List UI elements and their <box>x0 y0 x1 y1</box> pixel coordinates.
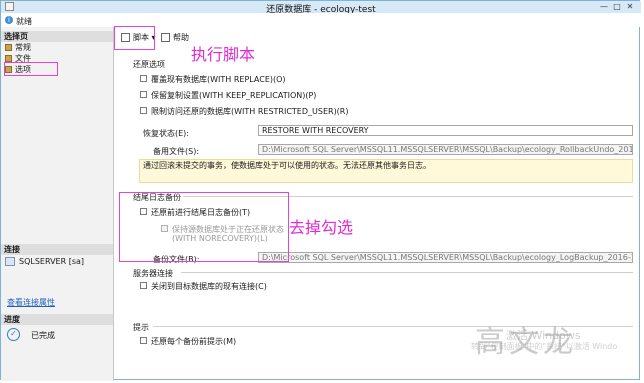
progress-value: 已完成 <box>31 331 55 340</box>
help-button[interactable]: 帮助 <box>159 31 189 44</box>
restricted-user-label: 限制访问还原的数据库(WITH RESTRICTED_USER)(R) <box>151 107 349 116</box>
script-highlight-box <box>114 26 155 50</box>
check-icon: ✓ <box>7 328 20 341</box>
standby-file-label: 备用文件(S): <box>153 147 200 156</box>
info-icon: i <box>5 16 13 24</box>
connection-header: 连接 <box>1 244 113 255</box>
replace-checkbox[interactable] <box>140 75 147 82</box>
prompt-before-restore-label: 还原每个备份前提示(M) <box>151 337 237 346</box>
close-button[interactable]: ✕ <box>625 2 635 11</box>
restore-database-window: 还原数据库 - ecology-test — □ ✕ i 就绪 选择页 常规 文… <box>0 0 641 381</box>
keep-replication-checkbox[interactable] <box>140 91 147 98</box>
backup-file-field[interactable]: D:\Microsoft SQL Server\MSSQL11.MSSQLSER… <box>258 252 633 263</box>
options-highlight-box <box>4 62 58 76</box>
progress-header: 进度 <box>1 314 113 325</box>
page-item-label: 常规 <box>15 43 31 52</box>
recovery-state-label: 恢复状态(E): <box>143 129 189 138</box>
connection-value: SQLSERVER [sa] <box>19 257 85 266</box>
restore-options-header: 还原选项 <box>133 60 165 69</box>
server-connections-separator <box>181 272 633 273</box>
select-page-header: 选择页 <box>1 31 113 42</box>
recovery-info-box: 通过回滚未提交的事务，使数据库处于可以使用的状态。无法还原其他事务日志。 <box>139 159 633 183</box>
replace-label: 覆盖现有数据库(WITH REPLACE)(O) <box>151 75 286 84</box>
server-icon <box>5 257 15 266</box>
annotation-run-script: 执行脚本 <box>191 45 256 64</box>
close-connections-checkbox[interactable] <box>140 282 147 289</box>
restricted-user-checkbox[interactable] <box>140 107 147 114</box>
minimize-button[interactable]: — <box>599 2 609 11</box>
page-item-general[interactable]: 常规 <box>5 43 31 53</box>
prompt-header: 提示 <box>133 323 149 332</box>
left-pane <box>1 27 114 381</box>
annotation-uncheck: 去掉勾选 <box>289 218 354 237</box>
prompt-before-restore-checkbox[interactable] <box>140 337 147 344</box>
recovery-info-text: 通过回滚未提交的事务，使数据库处于可以使用的状态。无法还原其他事务日志。 <box>143 161 431 170</box>
recovery-state-select[interactable]: RESTORE WITH RECOVERY <box>258 125 633 136</box>
status-text: 就绪 <box>16 17 32 26</box>
maximize-button[interactable]: □ <box>612 2 622 11</box>
help-button-label: 帮助 <box>173 33 189 42</box>
page-icon <box>5 44 12 51</box>
page-icon <box>5 55 12 62</box>
close-connections-label: 关闭到目标数据库的现有连接(C) <box>151 282 267 291</box>
standby-file-field[interactable]: D:\Microsoft SQL Server\MSSQL11.MSSQLSER… <box>258 144 633 155</box>
author-watermark: 高文龙 <box>475 325 577 360</box>
view-connection-properties-link[interactable]: 查看连接属性 <box>7 297 55 308</box>
tail-log-highlight-box <box>119 192 289 262</box>
server-connections-header: 服务器连接 <box>133 269 173 278</box>
help-icon <box>161 33 170 42</box>
status-bar <box>1 13 641 27</box>
keep-replication-label: 保留复制设置(WITH KEEP_REPLICATION)(P) <box>151 91 317 100</box>
